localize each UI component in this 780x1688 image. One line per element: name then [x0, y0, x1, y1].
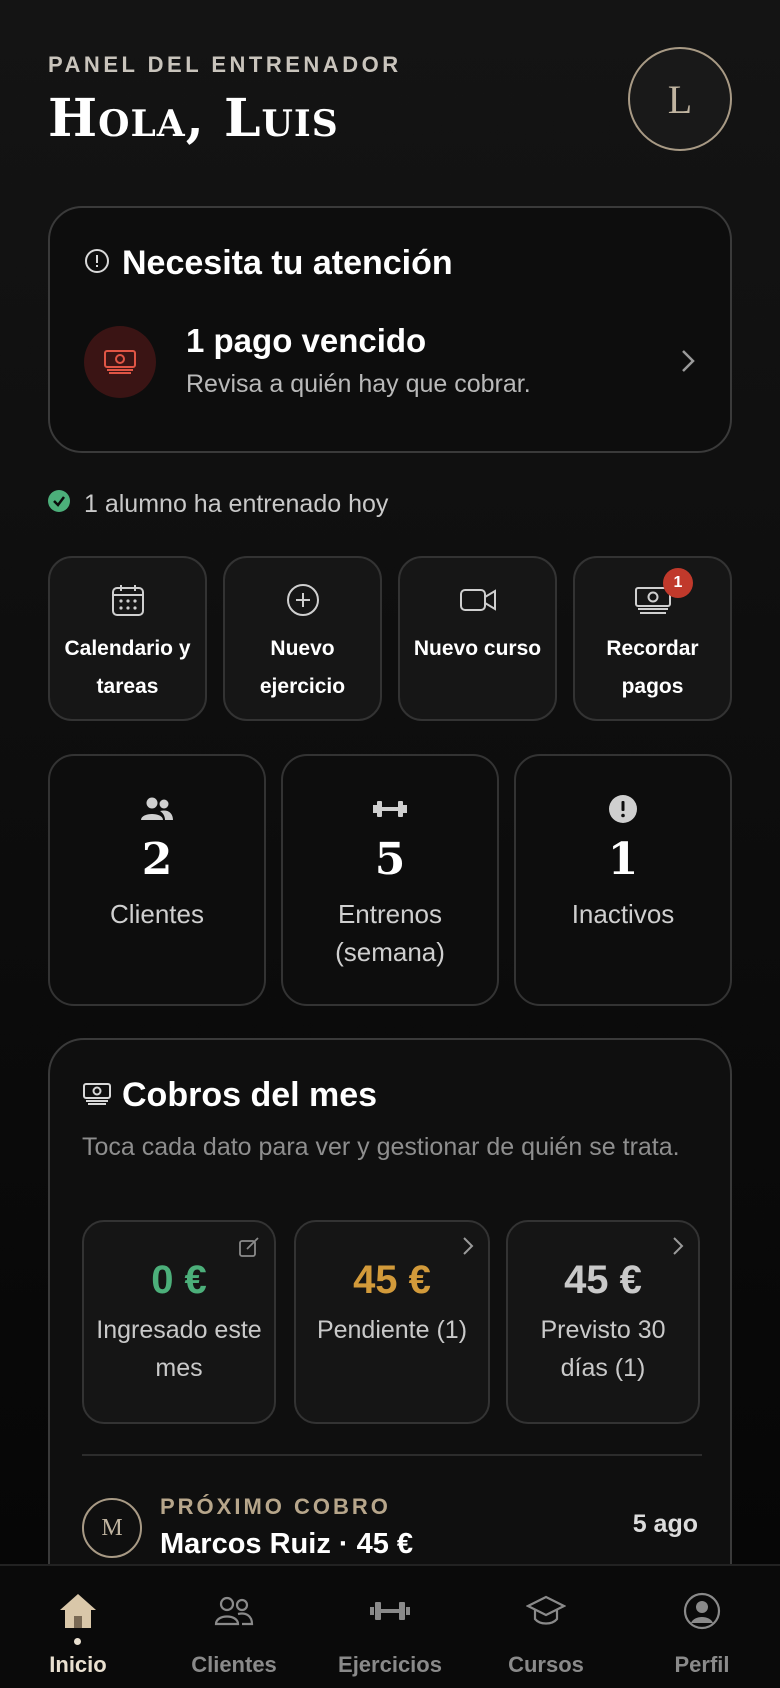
plus-circle-icon: [286, 582, 320, 618]
page-eyebrow: PANEL DEL ENTRENADOR: [48, 52, 402, 77]
quick-action-label: Calendario y tareas: [64, 637, 191, 698]
divider: [82, 1454, 702, 1456]
nav-label: Ejercicios: [338, 1652, 442, 1677]
nav-label: Inicio: [49, 1652, 107, 1677]
monthly-payments-description: Toca cada dato para ver y gestionar de q…: [82, 1133, 680, 1161]
nav-item-inicio[interactable]: Inicio: [0, 1566, 156, 1688]
dumbbell-icon: [369, 1590, 411, 1632]
users-icon: [214, 1590, 254, 1632]
stat-inactive[interactable]: 1 Inactivos: [514, 754, 732, 1006]
metric-label: Pendiente (1): [316, 1316, 468, 1344]
users-icon: [140, 794, 174, 824]
check-circle-icon: [48, 490, 70, 519]
calendar-tasks-button[interactable]: Calendario y tareas: [48, 556, 207, 721]
dumbbell-icon: [372, 794, 408, 824]
overdue-payment-title: 1 pago vencido: [186, 322, 427, 359]
stat-label: Entrenos (semana): [335, 899, 445, 967]
new-exercise-button[interactable]: Nuevo ejercicio: [223, 556, 382, 721]
quick-action-label: Recordar pagos: [606, 637, 699, 698]
money-icon: [84, 326, 156, 398]
trained-today-status: 1 alumno ha entrenado hoy: [48, 490, 388, 519]
next-payment-initial: M: [101, 1514, 123, 1541]
metric-forecast[interactable]: 45 € Previsto 30 días (1): [506, 1220, 700, 1424]
video-icon: [459, 582, 497, 618]
next-payment-avatar: M: [82, 1498, 142, 1558]
edit-icon[interactable]: [238, 1236, 260, 1263]
next-payment-name[interactable]: Marcos Ruiz · 45 €: [160, 1528, 413, 1561]
metric-pending[interactable]: 45 € Pendiente (1): [294, 1220, 490, 1424]
user-circle-icon: [683, 1590, 721, 1632]
nav-label: Perfil: [674, 1652, 730, 1677]
nav-item-perfil[interactable]: Perfil: [624, 1566, 780, 1688]
calendar-icon: [111, 582, 145, 618]
trainer-dashboard: PANEL DEL ENTRENADOR Hola, Luis L Necesi…: [0, 0, 780, 1688]
nav-label: Cursos: [508, 1652, 584, 1677]
active-indicator: [74, 1638, 81, 1645]
notification-badge: 1: [663, 568, 693, 598]
next-payment-date: 5 ago: [632, 1510, 698, 1538]
chevron-right-icon: [672, 1236, 684, 1261]
quick-action-label: Nuevo curso: [413, 637, 542, 660]
stat-value: 2: [141, 834, 173, 885]
avatar[interactable]: L: [628, 47, 732, 151]
stat-clients[interactable]: 2 Clientes: [48, 754, 266, 1006]
monthly-payments-title: Cobros del mes: [122, 1076, 378, 1114]
avatar-initial: L: [667, 76, 693, 122]
stat-label: Inactivos: [571, 899, 675, 929]
trained-today-text: 1 alumno ha entrenado hoy: [84, 490, 389, 518]
stat-value: 1: [607, 834, 639, 885]
metric-amount: 45 €: [564, 1258, 642, 1302]
new-course-button[interactable]: Nuevo curso: [398, 556, 557, 721]
chevron-right-icon: [680, 348, 696, 379]
stat-label: Clientes: [110, 899, 204, 929]
alert-icon: [608, 794, 638, 824]
nav-item-cursos[interactable]: Cursos: [468, 1566, 624, 1688]
metric-label: Previsto 30 días (1): [540, 1316, 666, 1382]
nav-item-clientes[interactable]: Clientes: [156, 1566, 312, 1688]
chevron-right-icon: [462, 1236, 474, 1261]
monthly-payments-header: Cobros del mes: [82, 1076, 377, 1115]
page-title: Hola, Luis: [48, 88, 339, 149]
stat-workouts-week[interactable]: 5 Entrenos (semana): [281, 754, 499, 1006]
stat-value: 5: [374, 834, 406, 885]
quick-action-label: Nuevo ejercicio: [259, 637, 346, 698]
nav-item-ejercicios[interactable]: Ejercicios: [312, 1566, 468, 1688]
overdue-payment-subtitle: Revisa a quién hay que cobrar.: [186, 370, 531, 398]
metric-label: Ingresado este mes: [96, 1316, 262, 1382]
bottom-nav: Inicio Clientes Ejercicios Cursos Perfil: [0, 1564, 780, 1688]
home-icon: [57, 1590, 99, 1632]
money-icon: [82, 1076, 112, 1115]
attention-header: Necesita tu atención: [84, 244, 453, 283]
graduation-cap-icon: [526, 1590, 566, 1632]
info-circle-icon: [84, 244, 110, 283]
metric-income[interactable]: 0 € Ingresado este mes: [82, 1220, 276, 1424]
nav-label: Clientes: [191, 1652, 277, 1677]
remind-payments-button[interactable]: 1 Recordar pagos: [573, 556, 732, 721]
metric-amount: 0 €: [151, 1258, 207, 1302]
attention-title: Necesita tu atención: [122, 244, 453, 282]
attention-card[interactable]: Necesita tu atención 1 pago vencido Revi…: [48, 206, 732, 453]
metric-amount: 45 €: [353, 1258, 431, 1302]
next-payment-eyebrow: PRÓXIMO COBRO: [160, 1494, 391, 1519]
